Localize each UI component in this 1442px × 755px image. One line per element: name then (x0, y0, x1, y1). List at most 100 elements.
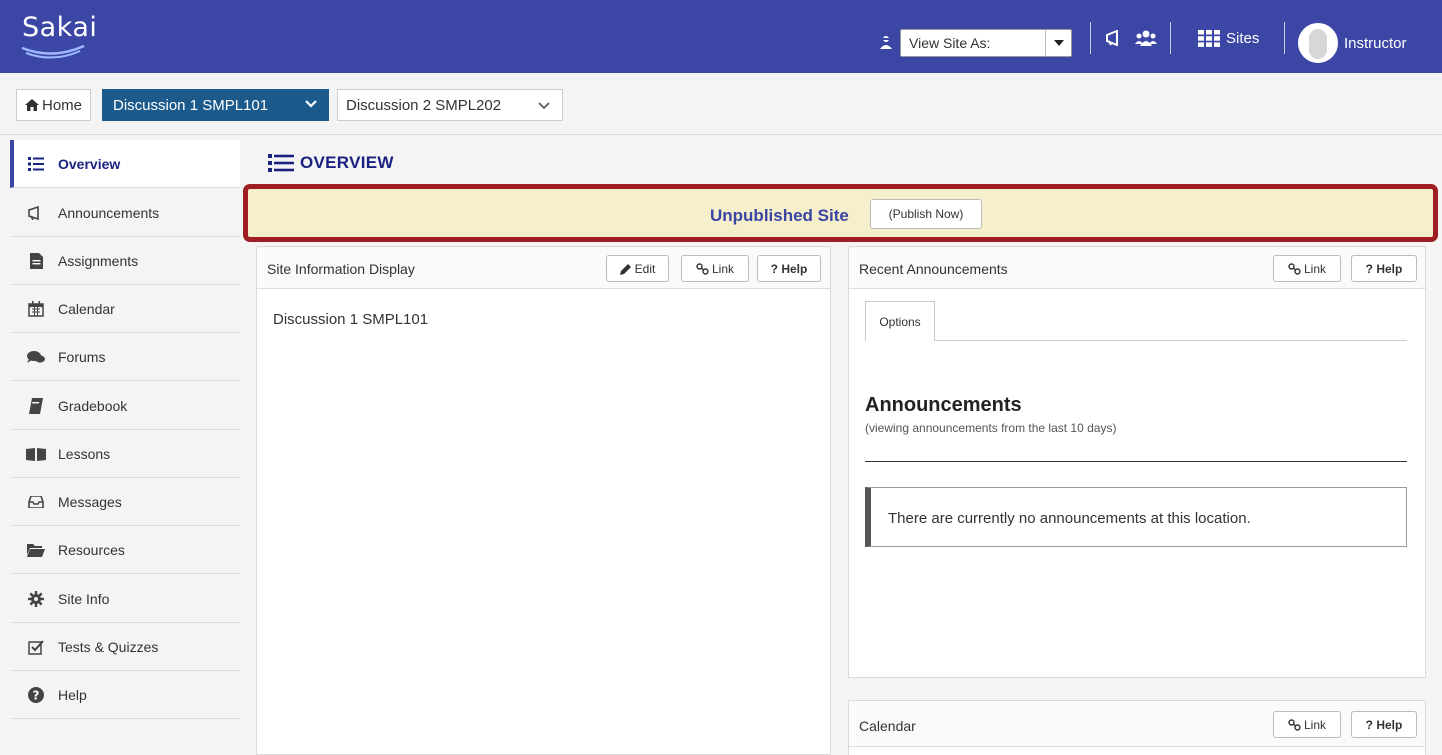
home-tab-label: Home (42, 96, 83, 114)
panel-title: Recent Announcements (859, 261, 1008, 277)
users-icon[interactable] (1135, 30, 1157, 49)
panel-header: Site Information Display Edit Link ? Hel… (257, 247, 830, 289)
pencil-icon (619, 263, 631, 275)
megaphone-icon[interactable] (1105, 29, 1125, 49)
site-tab-discussion-2[interactable]: Discussion 2 SMPL202 (337, 89, 563, 121)
help-button[interactable]: ? Help (1351, 255, 1417, 282)
grid-icon (1198, 30, 1220, 47)
no-announcements-message: There are currently no announcements at … (865, 487, 1407, 547)
link-button-label: Link (1303, 261, 1326, 276)
list-icon (26, 156, 46, 172)
open-book-icon (26, 446, 46, 462)
divider (1284, 22, 1285, 54)
megaphone-icon (26, 205, 46, 221)
tool-label: Site Info (58, 590, 110, 607)
tool-messages[interactable]: Messages (10, 478, 240, 526)
divider (1170, 22, 1171, 54)
sites-label: Sites (1226, 30, 1260, 47)
checkbox-icon (26, 639, 46, 655)
caret-down-icon (1045, 30, 1071, 56)
link-icon (696, 262, 709, 275)
file-icon (26, 252, 46, 269)
tool-label: Gradebook (58, 397, 128, 414)
svg-text:?: ? (33, 688, 40, 702)
link-icon (1288, 718, 1301, 731)
tool-resources[interactable]: Resources (10, 526, 240, 574)
options-tab[interactable]: Options (865, 301, 935, 341)
site-tabs-bar: Home Discussion 1 SMPL101 Discussion 2 S… (0, 73, 1442, 135)
tool-calendar[interactable]: Calendar (10, 285, 240, 333)
tool-forums[interactable]: Forums (10, 333, 240, 381)
tool-label: Assignments (58, 252, 139, 269)
top-header: Sakai View Site As: Sites Instructor (0, 0, 1442, 73)
sites-button[interactable]: Sites (1198, 30, 1259, 47)
panel-title: Site Information Display (267, 261, 415, 277)
publish-now-button[interactable]: (Publish Now) (870, 199, 982, 229)
site-information-panel: Site Information Display Edit Link ? Hel… (256, 246, 831, 755)
help-button-label: ? Help (1365, 717, 1403, 732)
link-button[interactable]: Link (1273, 255, 1341, 282)
chevron-down-icon[interactable] (305, 99, 317, 109)
divider (1090, 22, 1091, 54)
tool-site-info[interactable]: Site Info (10, 575, 240, 623)
site-tab-discussion-1[interactable]: Discussion 1 SMPL101 (102, 89, 329, 121)
site-info-body: Discussion 1 SMPL101 (273, 311, 429, 328)
tool-label: Calendar (58, 300, 115, 317)
tool-lessons[interactable]: Lessons (10, 430, 240, 478)
avatar (1298, 23, 1338, 63)
unpublished-site-text: Unpublished Site (710, 206, 849, 225)
panel-header: Calendar Link ? Help (849, 701, 1425, 747)
help-button[interactable]: ? Help (757, 255, 821, 282)
panel-header: Recent Announcements Link ? Help (849, 247, 1425, 289)
home-tab[interactable]: Home (16, 89, 92, 121)
divider (865, 461, 1407, 462)
tool-menu: Overview Announcements Assignments Calen… (0, 136, 240, 755)
recent-announcements-panel: Recent Announcements Link ? Help Options… (848, 246, 1426, 678)
chevron-down-icon[interactable] (538, 100, 550, 110)
page-title-text: OVERVIEW (300, 153, 394, 172)
link-button-label: Link (1303, 717, 1326, 732)
link-button-label: Link (711, 261, 734, 276)
tool-overview[interactable]: Overview (10, 140, 240, 188)
tool-tests-quizzes[interactable]: Tests & Quizzes (10, 623, 240, 671)
help-button[interactable]: ? Help (1351, 711, 1417, 738)
comments-icon (26, 349, 46, 365)
tool-label: Help (58, 686, 87, 703)
inbox-icon (26, 494, 46, 510)
user-name: Instructor (1344, 34, 1407, 52)
tool-label: Tests & Quizzes (58, 638, 159, 655)
tab-underline (935, 340, 1407, 341)
user-menu[interactable]: Instructor (1298, 23, 1407, 63)
unpublished-site-banner: Unpublished Site (Publish Now) (243, 184, 1438, 242)
link-button[interactable]: Link (681, 255, 749, 282)
tool-assignments[interactable]: Assignments (10, 237, 240, 285)
view-site-as-select[interactable]: View Site As: (900, 29, 1072, 57)
folder-open-icon (26, 542, 46, 558)
tool-label: Forums (58, 348, 106, 365)
list-icon (268, 154, 294, 172)
tool-label: Resources (58, 541, 125, 558)
tool-label: Overview (58, 155, 121, 172)
tool-help[interactable]: ? Help (10, 671, 240, 719)
link-button[interactable]: Link (1273, 711, 1341, 738)
tool-gradebook[interactable]: Gradebook (10, 382, 240, 430)
link-icon (1288, 262, 1301, 275)
edit-button[interactable]: Edit (606, 255, 669, 282)
calendar-panel: Calendar Link ? Help (848, 700, 1426, 755)
site-tab-label: Discussion 2 SMPL202 (346, 96, 502, 114)
book-icon (26, 397, 46, 414)
announcements-subheading: (viewing announcements from the last 10 … (865, 421, 1117, 435)
logo-swoosh-icon (21, 44, 85, 59)
sakai-logo[interactable]: Sakai (18, 10, 97, 62)
tool-label: Messages (58, 493, 122, 510)
page-title: OVERVIEW (268, 153, 394, 173)
home-icon (25, 99, 39, 111)
help-button-label: ? Help (770, 261, 808, 276)
edit-button-label: Edit (634, 261, 656, 276)
help-button-label: ? Help (1365, 261, 1403, 276)
tool-label: Announcements (58, 204, 160, 221)
tool-label: Lessons (58, 445, 111, 462)
calendar-icon (26, 300, 46, 317)
announcements-heading: Announcements (865, 394, 1022, 416)
tool-announcements[interactable]: Announcements (10, 189, 240, 237)
